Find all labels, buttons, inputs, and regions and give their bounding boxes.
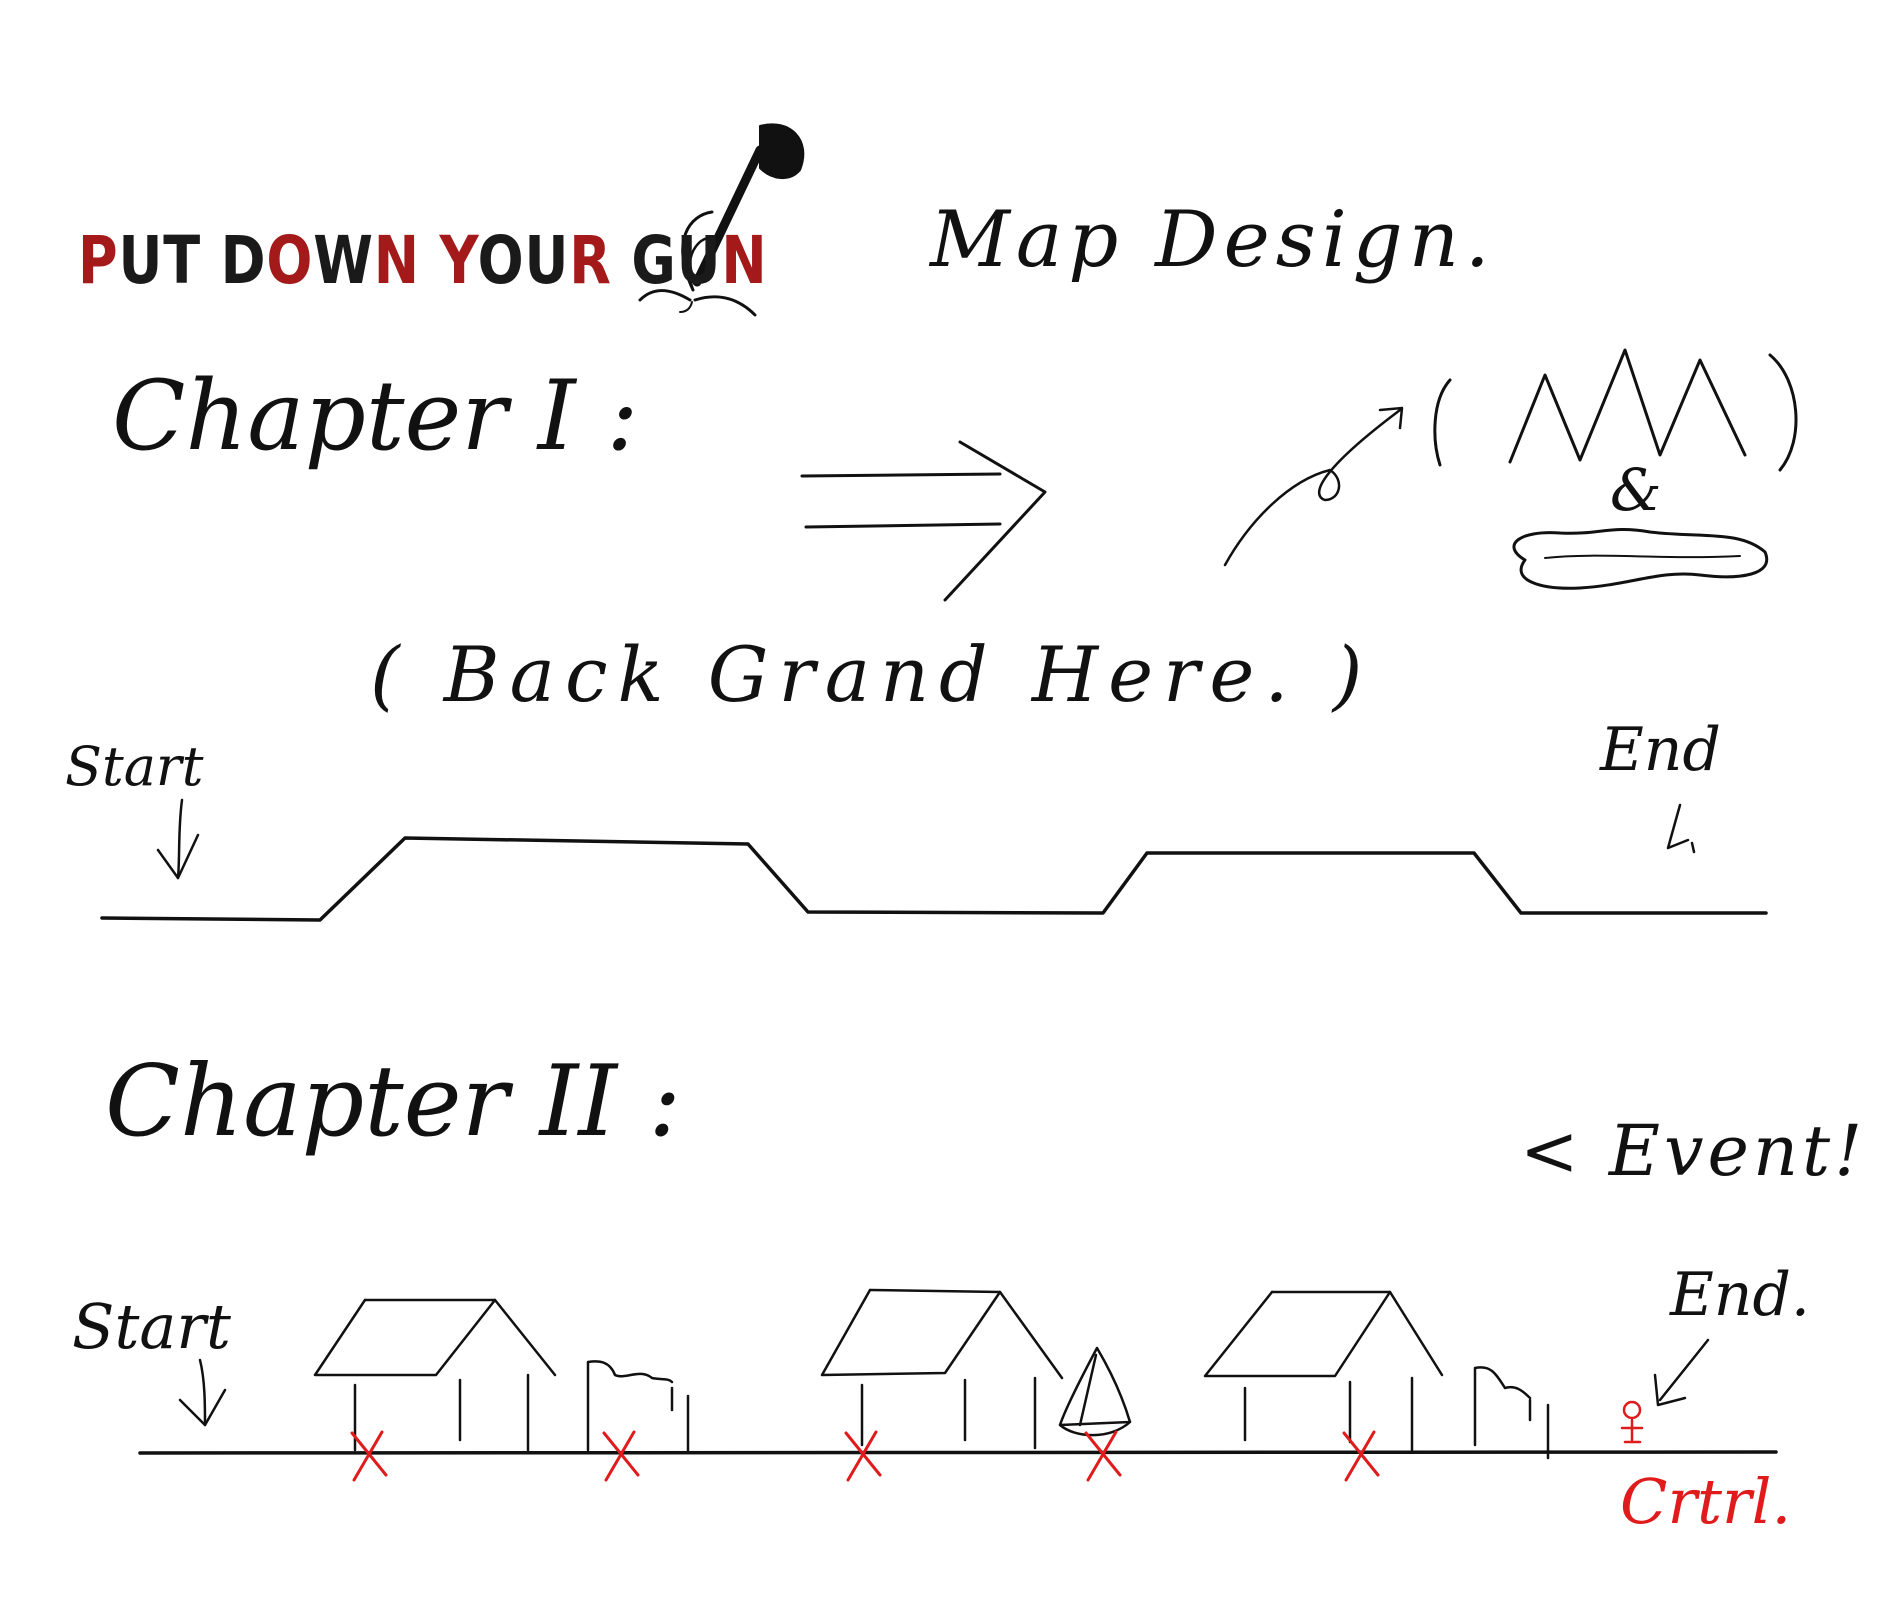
chapter1-start-arrow xyxy=(156,798,200,880)
title-text: Map Design. xyxy=(930,195,1496,285)
tent xyxy=(1058,1346,1132,1437)
house-3 xyxy=(1203,1290,1444,1452)
ruin-1 xyxy=(586,1360,690,1454)
chapter2-end-label: End. xyxy=(1670,1260,1810,1330)
logo-letter: W xyxy=(313,222,374,299)
chapter1-end-label: End xyxy=(1600,715,1721,785)
chapter1-terrain xyxy=(100,836,1768,922)
chapter2-start-arrow xyxy=(178,1358,227,1427)
house-2 xyxy=(820,1288,1064,1450)
logo-text: PUT DOWN YOUR GUN xyxy=(78,222,768,299)
destroy-marker-icon xyxy=(1342,1430,1380,1482)
big-arrow-icon xyxy=(800,440,1047,602)
chapter2-heading: Chapter II : xyxy=(105,1045,682,1159)
destructible-markers xyxy=(350,1430,1380,1482)
chapter1-start-label: Start xyxy=(65,735,204,798)
house-1 xyxy=(313,1298,557,1452)
map-design-sketch: & PUT DOWN YOUR GUN Map Design. Chapter … xyxy=(0,0,1890,1600)
logo-letter: O xyxy=(266,222,314,299)
ampersand-text: & xyxy=(1610,456,1662,524)
chapter1-heading: Chapter I : xyxy=(112,360,639,472)
destroy-marker-icon xyxy=(1084,1430,1122,1482)
chapter2-ground xyxy=(138,1450,1778,1455)
destroy-marker-icon xyxy=(602,1430,640,1482)
logo-letter: N xyxy=(373,222,420,299)
logo-letter: Y xyxy=(439,222,478,299)
chapter1-note: ( Back Grand Here. ) xyxy=(370,630,1373,719)
curved-arrow-icon xyxy=(1223,406,1404,567)
destroy-marker-icon xyxy=(350,1430,388,1482)
logo-letter: N xyxy=(721,222,768,299)
mountains-icon xyxy=(1433,348,1798,472)
logo-letter: R xyxy=(569,222,612,299)
ctrl-label: Crtrl. xyxy=(1620,1465,1792,1538)
chapter2-start-label: Start xyxy=(72,1290,231,1363)
chapter2-end-arrow xyxy=(1653,1338,1710,1407)
logo-letter: UT D xyxy=(118,222,267,299)
event-label: < Event! > xyxy=(1520,1110,1890,1192)
logo-letter: P xyxy=(78,222,119,299)
logo-letter: GU xyxy=(611,222,722,299)
ruin-2 xyxy=(1473,1366,1550,1460)
chapter1-end-arrow xyxy=(1666,803,1696,854)
logo-letter xyxy=(420,222,440,299)
player-icon xyxy=(1620,1400,1644,1444)
logo-letter: OU xyxy=(477,222,570,299)
lake-icon xyxy=(1512,528,1769,590)
